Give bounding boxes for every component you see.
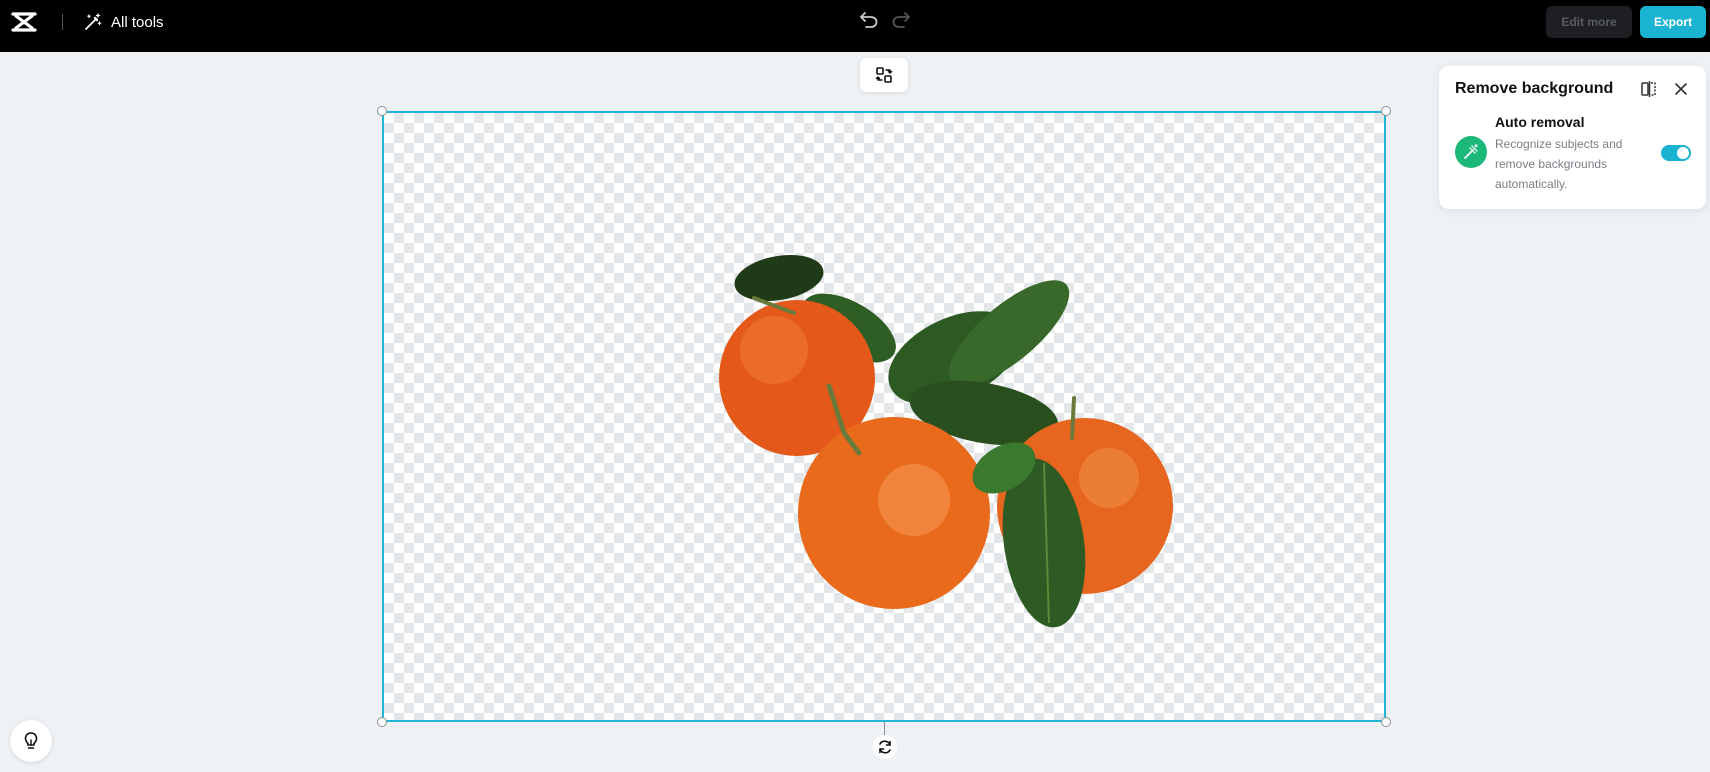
magic-wand-icon [85, 13, 102, 30]
auto-removal-toggle[interactable] [1661, 145, 1691, 161]
resize-handle-top-right[interactable] [1381, 106, 1391, 116]
mandarin-oranges-image [719, 254, 1173, 628]
redo-icon[interactable] [890, 8, 912, 30]
rotate-icon [879, 740, 891, 754]
toggle-knob [1677, 147, 1689, 159]
export-button[interactable]: Export [1640, 6, 1706, 38]
auto-removal-description: Recognize subjects and remove background… [1495, 137, 1623, 191]
top-divider [62, 14, 63, 30]
image-canvas[interactable] [382, 111, 1386, 722]
rotate-connector [884, 722, 885, 736]
edit-more-button[interactable]: Edit more [1546, 6, 1632, 38]
all-tools-button[interactable]: All tools [84, 12, 164, 32]
capcut-logo-icon[interactable] [10, 10, 38, 34]
rotate-button[interactable] [873, 735, 897, 759]
close-icon[interactable] [1672, 80, 1690, 98]
compare-icon[interactable] [1640, 80, 1658, 98]
auto-removal-title: Auto removal [1495, 114, 1585, 130]
all-tools-label: All tools [111, 13, 164, 31]
swap-icon [875, 67, 893, 83]
resize-handle-bottom-right[interactable] [1381, 717, 1391, 727]
resize-handle-top-left[interactable] [377, 106, 387, 116]
remove-background-panel: Remove background Auto removal Recognize… [1439, 66, 1706, 209]
panel-title: Remove background [1455, 80, 1614, 97]
auto-removal-icon [1455, 136, 1487, 168]
lightbulb-icon [24, 732, 38, 749]
top-bar: All tools Edit more Export [0, 0, 1710, 52]
resize-handle-bottom-left[interactable] [377, 717, 387, 727]
swap-button[interactable] [860, 58, 908, 92]
hint-button[interactable] [10, 720, 52, 762]
undo-icon[interactable] [858, 8, 880, 30]
